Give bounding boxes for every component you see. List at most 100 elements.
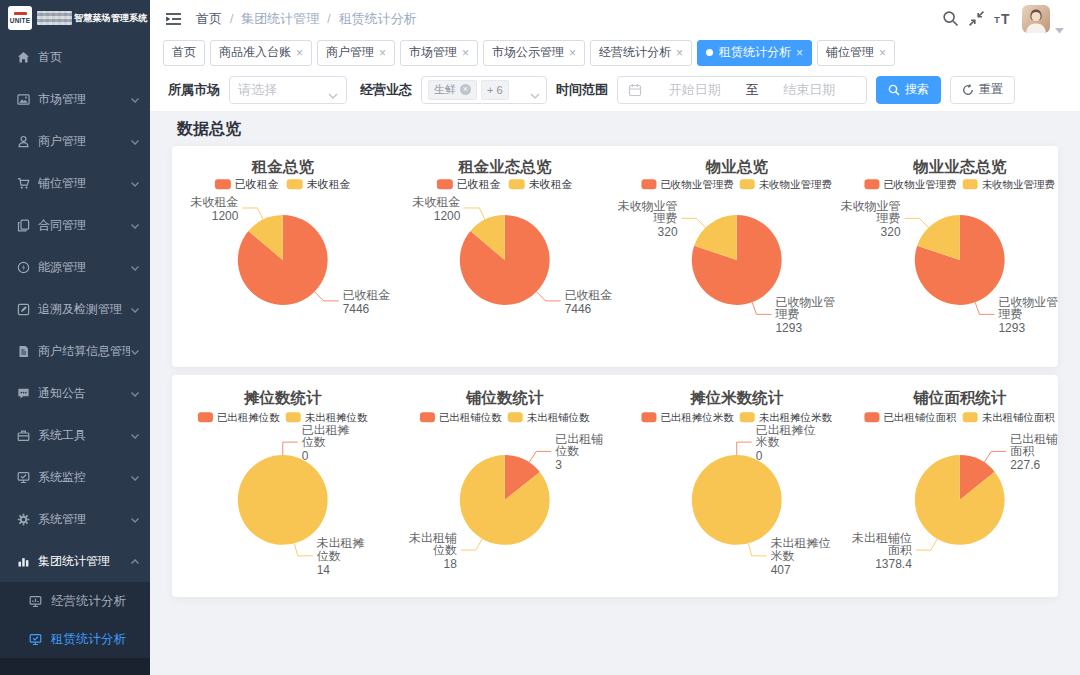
legend-label[interactable]: 已出租摊位米数 <box>660 412 734 423</box>
slice-label-name: 面积 <box>887 543 912 557</box>
pie-chart-svg[interactable]: 租金业态总览已收租金未收租金已收租金7446未收租金1200 <box>394 146 616 363</box>
tab-1[interactable]: 商品准入台账× <box>210 40 312 66</box>
sidebar-item-label: 商户结算信息管理 <box>38 343 130 360</box>
chevron-down-icon <box>130 95 140 105</box>
sidebar-subitem-1[interactable]: 租赁统计分析 <box>0 620 150 658</box>
legend-label[interactable]: 未出租铺位面积 <box>981 412 1055 423</box>
legend-label[interactable]: 已收物业管理费 <box>883 179 956 190</box>
search-button[interactable]: 搜索 <box>876 76 941 104</box>
tab-close-icon[interactable]: × <box>569 47 576 59</box>
app-title: 智慧菜场管理系统 <box>74 12 148 25</box>
legend-label[interactable]: 未收租金 <box>528 178 572 190</box>
tab-6[interactable]: 租赁统计分析× <box>697 40 812 66</box>
font-size-icon[interactable]: TT <box>994 10 1011 27</box>
legend-label[interactable]: 已收物业管理费 <box>660 179 733 190</box>
date-range-input[interactable]: 开始日期 至 结束日期 <box>617 76 867 104</box>
legend-swatch[interactable] <box>507 412 522 422</box>
slice-label-value: 18 <box>443 557 457 571</box>
legend-label[interactable]: 已出租铺位面积 <box>883 412 957 423</box>
sidebar-subitem-0[interactable]: 经营统计分析 <box>0 582 150 620</box>
legend-label[interactable]: 已出租铺位数 <box>438 412 501 423</box>
legend-swatch[interactable] <box>740 412 755 422</box>
label-leader-line <box>283 442 298 455</box>
legend-swatch[interactable] <box>864 179 879 189</box>
logo-text: UNITE <box>10 17 31 24</box>
label-leader-line <box>529 451 551 462</box>
tag-close-icon[interactable]: × <box>460 84 471 95</box>
legend-label[interactable]: 未出租铺位数 <box>526 412 589 423</box>
search-icon[interactable] <box>942 10 959 27</box>
pie-chart-svg[interactable]: 物业总览已收物业管理费未收物业管理费已收物业管理费1293未收物业管理费320 <box>615 146 837 363</box>
sidebar-item-10[interactable]: 系统监控 <box>0 456 150 498</box>
pie-chart-svg[interactable]: 铺位数统计已出租铺位数未出租铺位数已出租铺位数3未出租铺位数18 <box>394 375 616 593</box>
sidebar-item-1[interactable]: 市场管理 <box>0 78 150 120</box>
market-select[interactable]: 请选择 <box>229 76 347 104</box>
legend-swatch[interactable] <box>508 179 524 189</box>
legend-label[interactable]: 已收租金 <box>456 178 500 190</box>
legend-label[interactable]: 未收物业管理费 <box>759 179 832 190</box>
business-select[interactable]: 生鲜× + 6 <box>421 76 547 104</box>
pie-chart-svg[interactable]: 铺位面积统计已出租铺位面积未出租铺位面积已出租铺位面积227.6未出租铺位面积1… <box>837 375 1059 593</box>
sidebar-item-9[interactable]: 系统工具 <box>0 414 150 456</box>
legend-label[interactable]: 未出租摊位数 <box>305 412 368 423</box>
sidebar-item-3[interactable]: 铺位管理 <box>0 162 150 204</box>
legend-label[interactable]: 未收租金 <box>307 178 351 190</box>
legend-swatch[interactable] <box>419 412 434 422</box>
reset-button[interactable]: 重置 <box>950 76 1015 104</box>
pie-chart-svg[interactable]: 物业业态总览已收物业管理费未收物业管理费已收物业管理费1293未收物业管理费32… <box>837 146 1059 363</box>
business-tag[interactable]: 生鲜× <box>428 80 477 100</box>
legend-swatch[interactable] <box>287 179 303 189</box>
tab-close-icon[interactable]: × <box>296 47 303 59</box>
calendar-icon <box>628 83 642 97</box>
sidebar-item-0[interactable]: 首页 <box>0 36 150 78</box>
legend-swatch[interactable] <box>286 412 301 422</box>
sidebar-item-6[interactable]: 追溯及检测管理 <box>0 288 150 330</box>
avatar[interactable] <box>1022 5 1050 33</box>
tab-2[interactable]: 商户管理× <box>317 40 395 66</box>
legend-swatch[interactable] <box>641 412 656 422</box>
start-date-input[interactable]: 开始日期 <box>648 81 742 99</box>
sidebar-item-7[interactable]: 商户结算信息管理 <box>0 330 150 372</box>
sidebar-item-4[interactable]: 合同管理 <box>0 204 150 246</box>
legend-swatch[interactable] <box>198 412 213 422</box>
legend-swatch[interactable] <box>641 179 656 189</box>
tab-close-icon[interactable]: × <box>676 47 683 59</box>
caret-down-icon[interactable] <box>1055 20 1064 26</box>
tab-3[interactable]: 市场管理× <box>400 40 478 66</box>
pie-chart-svg[interactable]: 摊位数统计已出租摊位数未出租摊位数已出租摊位数0未出租摊位数14 <box>172 375 394 593</box>
tab-4[interactable]: 市场公示管理× <box>483 40 585 66</box>
legend-label[interactable]: 未收物业管理费 <box>981 179 1054 190</box>
booth-icon <box>17 177 30 190</box>
breadcrumb-item-0[interactable]: 首页 <box>196 10 222 28</box>
legend-swatch[interactable] <box>740 179 755 189</box>
tab-0[interactable]: 首页 <box>163 40 205 66</box>
chevron-down-icon <box>130 221 140 231</box>
tab-7[interactable]: 铺位管理× <box>817 40 895 66</box>
tab-close-icon[interactable]: × <box>379 47 386 59</box>
tab-5[interactable]: 经营统计分析× <box>590 40 692 66</box>
tab-close-icon[interactable]: × <box>462 47 469 59</box>
sidebar-item-12[interactable]: 集团统计管理 <box>0 540 150 582</box>
legend-swatch[interactable] <box>215 179 231 189</box>
pie-slice[interactable] <box>692 455 782 545</box>
legend-label[interactable]: 已出租摊位数 <box>217 412 280 423</box>
pie-chart-svg[interactable]: 摊位米数统计已出租摊位米数未出租摊位米数已出租摊位米数0未出租摊位米数407 <box>615 375 837 593</box>
pie-chart-svg[interactable]: 租金总览已收租金未收租金已收租金7446未收租金1200 <box>172 146 394 363</box>
sidebar-item-11[interactable]: 系统管理 <box>0 498 150 540</box>
legend-swatch[interactable] <box>962 179 977 189</box>
legend-label[interactable]: 未出租摊位米数 <box>759 412 833 423</box>
legend-swatch[interactable] <box>864 412 879 422</box>
tab-close-icon[interactable]: × <box>796 47 803 59</box>
legend-label[interactable]: 已收租金 <box>235 178 279 190</box>
tab-close-icon[interactable]: × <box>879 47 886 59</box>
legend-swatch[interactable] <box>436 179 452 189</box>
sidebar-item-5[interactable]: 能源管理 <box>0 246 150 288</box>
sidebar-item-8[interactable]: 通知公告 <box>0 372 150 414</box>
logo-red-bar <box>14 12 27 15</box>
screen-compress-icon[interactable] <box>968 10 985 27</box>
end-date-input[interactable]: 结束日期 <box>763 81 857 99</box>
menu-fold-icon[interactable] <box>165 11 182 27</box>
sidebar-item-2[interactable]: 商户管理 <box>0 120 150 162</box>
legend-swatch[interactable] <box>962 412 977 422</box>
pie-slice[interactable] <box>238 455 328 545</box>
